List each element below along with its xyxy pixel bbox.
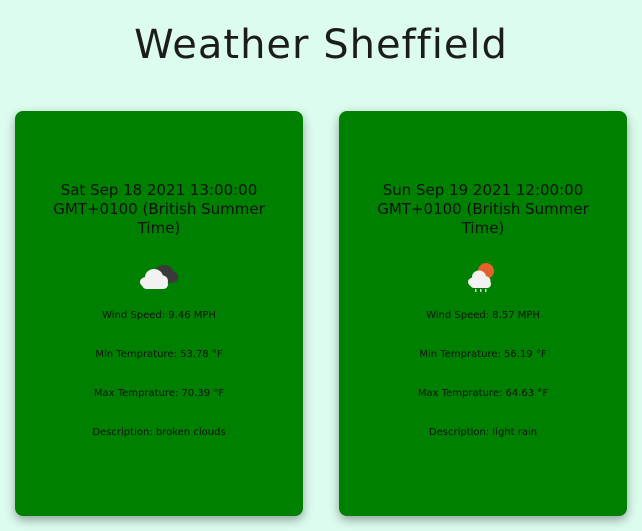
light-rain-icon (468, 263, 494, 292)
description: Description: light rain (428, 427, 538, 438)
forecast-card-2: Sun Sep 19 2021 12:00:00 GMT+0100 (Briti… (339, 111, 627, 516)
forecast-date: Sat Sep 18 2021 13:00:00 GMT+0100 (Briti… (53, 181, 265, 237)
min-temperature: Min Temprature: 56.19 °F (419, 349, 547, 360)
forecast-date: Sun Sep 19 2021 12:00:00 GMT+0100 (Briti… (377, 181, 589, 237)
description: Description: broken clouds (92, 427, 226, 438)
forecast-card-1: Sat Sep 18 2021 13:00:00 GMT+0100 (Briti… (15, 111, 303, 516)
wind-speed: Wind Speed: 9.46 MPH (102, 310, 216, 321)
max-temperature: Max Temprature: 64.63 °F (417, 388, 549, 399)
min-temperature: Min Temprature: 53.78 °F (95, 349, 223, 360)
page-title: Weather Sheffield (134, 22, 508, 68)
broken-clouds-icon (140, 265, 178, 289)
wind-speed: Wind Speed: 8.57 MPH (426, 310, 540, 321)
max-temperature: Max Temprature: 70.39 °F (93, 388, 225, 399)
